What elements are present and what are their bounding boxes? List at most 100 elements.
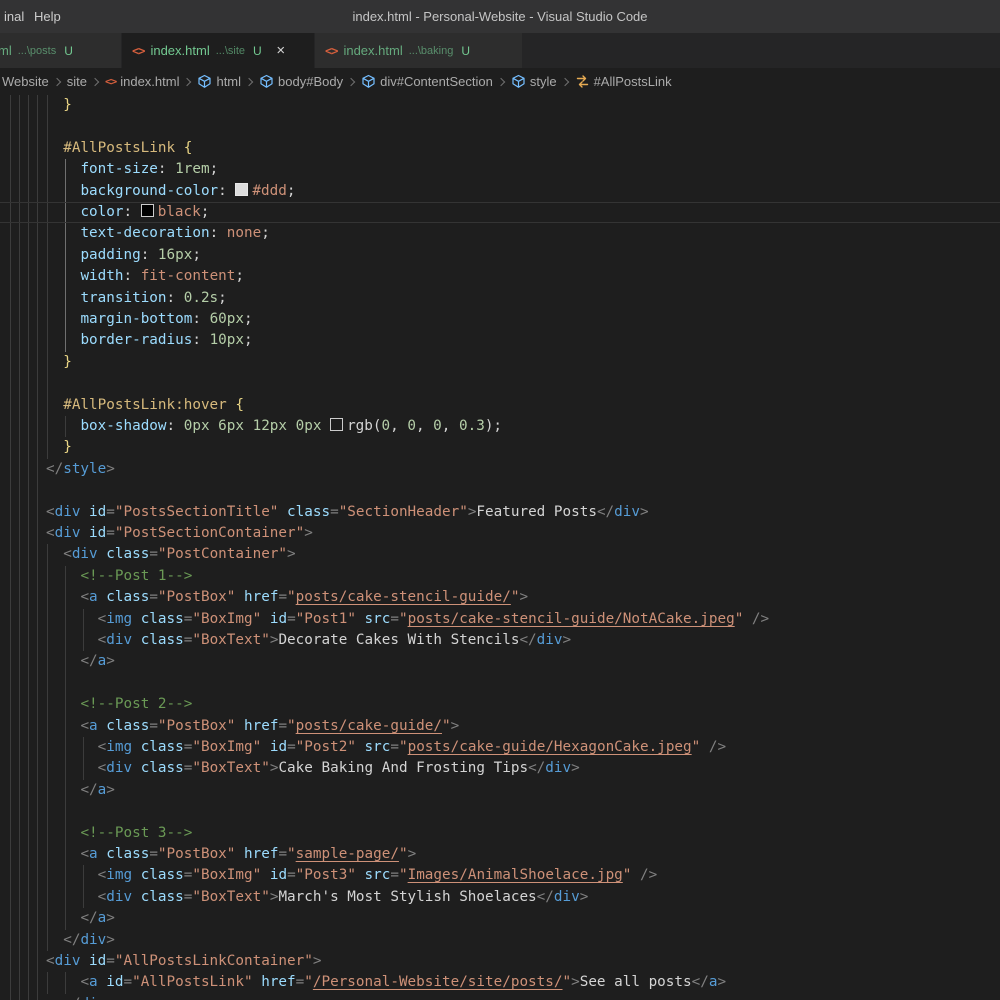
code-token: > [287, 546, 296, 562]
tab-file-dir: ...\site [216, 45, 245, 57]
code-line[interactable]: <!--Post 3--> [0, 823, 1000, 844]
close-icon[interactable]: × [272, 42, 290, 60]
code-line[interactable]: <div class="BoxText">March's Most Stylis… [0, 887, 1000, 908]
code-line[interactable]: color: black; [0, 202, 1000, 223]
code-token: "Post1" [296, 611, 356, 627]
breadcrumb-item-style[interactable]: style [509, 74, 559, 89]
color-swatch-icon[interactable] [141, 204, 154, 217]
code-token: 10px [210, 332, 244, 348]
code-line[interactable]: <div id="PostSectionContainer"> [0, 523, 1000, 544]
code-line[interactable]: <div class="PostContainer"> [0, 544, 1000, 565]
editor-tab-site[interactable]: <>index.html...\siteU× [122, 33, 315, 68]
code-token: <!--Post 1--> [80, 568, 192, 584]
code-line[interactable] [0, 373, 1000, 394]
code-line[interactable]: transition: 0.2s; [0, 288, 1000, 309]
code-line[interactable]: <a class="PostBox" href="posts/cake-guid… [0, 716, 1000, 737]
breadcrumb-item-bodybody[interactable]: body#Body [257, 74, 345, 89]
code-token: href [244, 718, 278, 734]
code-token: a [89, 718, 98, 734]
breadcrumb-label: style [530, 74, 557, 89]
window-title: index.html - Personal-Website - Visual S… [0, 0, 1000, 33]
code-token: a [98, 653, 107, 669]
code-line[interactable]: </a> [0, 908, 1000, 929]
code-line[interactable]: margin-bottom: 60px; [0, 309, 1000, 330]
tab-file-dir: ...\baking [409, 45, 454, 57]
code-token: "BoxImg" [192, 867, 261, 883]
code-token: font-size [80, 161, 157, 177]
code-line[interactable]: </div> [0, 930, 1000, 951]
code-token: ; [218, 290, 227, 306]
code-line[interactable]: font-size: 1rem; [0, 159, 1000, 180]
code-token: a [89, 974, 98, 990]
code-line[interactable]: <div id="AllPostsLinkContainer"> [0, 951, 1000, 972]
code-token: : [192, 311, 209, 327]
code-line[interactable]: </a> [0, 780, 1000, 801]
code-token: " [442, 718, 451, 734]
code-token [80, 504, 89, 520]
code-line[interactable]: #AllPostsLink { [0, 138, 1000, 159]
code-token: " [287, 718, 296, 734]
breadcrumb-item-allpostslink[interactable]: #AllPostsLink [573, 74, 674, 89]
editor-tab-baking[interactable]: <>index.html...\bakingU× [315, 33, 523, 68]
chevron-right-icon [52, 77, 60, 85]
breadcrumb-item-site[interactable]: site [65, 74, 89, 89]
code-line[interactable]: text-decoration: none; [0, 223, 1000, 244]
code-line[interactable]: width: fit-content; [0, 266, 1000, 287]
code-line[interactable]: <a class="PostBox" href="posts/cake-sten… [0, 587, 1000, 608]
code-line[interactable]: <!--Post 1--> [0, 566, 1000, 587]
color-swatch-icon[interactable] [235, 183, 248, 196]
code-token: ; [244, 332, 253, 348]
code-line[interactable]: } [0, 437, 1000, 458]
breadcrumb-item-indexhtml[interactable]: <>index.html [103, 74, 182, 89]
code-line[interactable] [0, 116, 1000, 137]
code-line[interactable]: background-color: #ddd; [0, 181, 1000, 202]
code-line[interactable]: } [0, 352, 1000, 373]
breadcrumb-item-html[interactable]: html [195, 74, 243, 89]
code-line[interactable]: <a class="PostBox" href="sample-page/"> [0, 844, 1000, 865]
code-line[interactable]: <div class="BoxText">Decorate Cakes With… [0, 630, 1000, 651]
code-token: = [390, 867, 399, 883]
editor-tab-posts[interactable]: <>index.html...\postsU× [0, 33, 122, 68]
code-line[interactable]: <img class="BoxImg" id="Post2" src="post… [0, 737, 1000, 758]
menu-item-terminal-partial[interactable]: inal [0, 0, 28, 33]
code-line[interactable]: <div id="PostsSectionTitle" class="Secti… [0, 502, 1000, 523]
code-line[interactable]: <img class="BoxImg" id="Post3" src="Imag… [0, 865, 1000, 886]
editor-code[interactable]: } #AllPostsLink {font-size: 1rem;backgrou… [0, 95, 1000, 1000]
symbol-cube-icon [361, 74, 376, 89]
code-token [261, 739, 270, 755]
code-line[interactable]: <div class="BoxText">Cake Baking And Fro… [0, 758, 1000, 779]
code-token [98, 846, 107, 862]
code-line[interactable]: </style> [0, 459, 1000, 480]
code-token: > [451, 718, 460, 734]
code-line[interactable]: <!--Post 2--> [0, 694, 1000, 715]
color-swatch-icon[interactable] [330, 418, 343, 431]
code-line[interactable]: box-shadow: 0px 6px 12px 0px rgb(0, 0, 0… [0, 416, 1000, 437]
code-token: rgb( [347, 418, 381, 434]
code-line[interactable] [0, 801, 1000, 822]
code-token: </ [519, 632, 536, 648]
code-line[interactable]: <a id="AllPostsLink" href="/Personal-Web… [0, 972, 1000, 993]
code-line[interactable]: padding: 16px; [0, 245, 1000, 266]
breadcrumb-item-divcontentsection[interactable]: div#ContentSection [359, 74, 495, 89]
code-token: class [141, 739, 184, 755]
code-token: id [89, 525, 106, 541]
code-token: = [287, 611, 296, 627]
code-line[interactable]: <img class="BoxImg" id="Post1" src="post… [0, 609, 1000, 630]
code-line[interactable] [0, 480, 1000, 501]
menu-item-help[interactable]: Help [30, 0, 65, 33]
code-token [132, 739, 141, 755]
tab-bar: <>index.html...\postsU×<>index.html...\s… [0, 33, 1000, 68]
code-line[interactable]: } [0, 95, 1000, 116]
code-line[interactable] [0, 673, 1000, 694]
code-line[interactable]: #AllPostsLink:hover { [0, 395, 1000, 416]
code-token: = [278, 589, 287, 605]
code-token: href [244, 589, 278, 605]
tab-content: <>index.html...\siteU× [122, 33, 314, 68]
code-line[interactable]: </div> [0, 994, 1000, 1000]
code-token: March's Most Stylish Shoelaces [278, 889, 536, 905]
code-token: = [278, 718, 287, 734]
breadcrumb-item-website[interactable]: Website [0, 74, 51, 89]
code-line[interactable]: border-radius: 10px; [0, 330, 1000, 351]
code-line[interactable]: </a> [0, 651, 1000, 672]
code-token: = [106, 504, 115, 520]
